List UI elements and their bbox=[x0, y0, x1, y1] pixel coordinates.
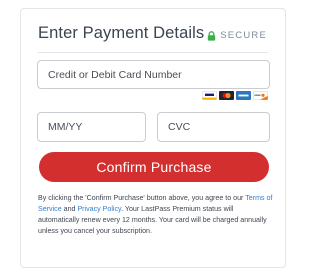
mastercard-card-icon bbox=[219, 91, 234, 100]
discover-card-icon bbox=[253, 91, 268, 100]
page-title: Enter Payment Details bbox=[38, 24, 205, 42]
accepted-cards bbox=[202, 91, 268, 100]
card-number-placeholder: Credit or Debit Card Number bbox=[48, 68, 182, 81]
privacy-policy-link[interactable]: Privacy Policy bbox=[77, 205, 121, 213]
secure-badge: SECURE bbox=[207, 30, 267, 41]
header-divider bbox=[38, 52, 268, 53]
terms-text-part1: By clicking the 'Confirm Purchase' butto… bbox=[38, 194, 246, 202]
amex-card-icon bbox=[236, 91, 251, 100]
lock-icon bbox=[208, 30, 216, 41]
expiry-placeholder: MM/YY bbox=[48, 121, 83, 133]
visa-card-icon bbox=[202, 91, 217, 100]
terms-text-part2: and bbox=[61, 205, 78, 213]
card-number-field[interactable]: Credit or Debit Card Number bbox=[37, 60, 270, 89]
confirm-purchase-button[interactable]: Confirm Purchase bbox=[39, 152, 269, 182]
cvc-placeholder: CVC bbox=[168, 121, 191, 133]
confirm-purchase-label: Confirm Purchase bbox=[96, 159, 212, 175]
terms-text: By clicking the 'Confirm Purchase' butto… bbox=[38, 193, 274, 237]
payment-card: Enter Payment Details SECURE Credit or D… bbox=[20, 8, 286, 268]
expiry-field[interactable]: MM/YY bbox=[37, 112, 146, 142]
cvc-field[interactable]: CVC bbox=[157, 112, 270, 142]
secure-label: SECURE bbox=[220, 30, 267, 41]
